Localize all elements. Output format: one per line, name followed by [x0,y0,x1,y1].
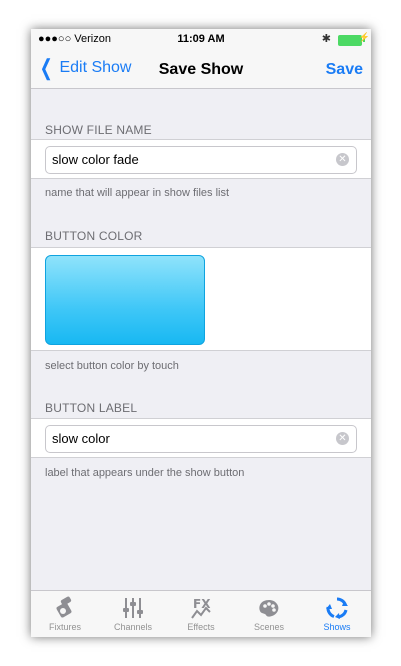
status-bar: ●●●○○ Verizon 11:09 AM ✱ ⚡ [31,29,371,51]
show-file-name-field[interactable]: ✕ [45,146,357,174]
back-button-label: Edit Show [59,59,132,76]
channels-icon [99,595,167,621]
button-label-input[interactable] [52,431,322,446]
tab-effects[interactable]: FX Effects [167,591,235,637]
show-file-name-footer: name that will appear in show files list [45,187,230,199]
tab-bar: Fixtures Channels FX Effects Scenes Show… [31,590,371,637]
scenes-icon [235,595,303,621]
shows-icon [303,595,371,621]
bluetooth-icon: ✱ [321,33,331,45]
tab-fixtures[interactable]: Fixtures [31,591,99,637]
clear-icon[interactable]: ✕ [336,153,349,166]
navigation-bar: ❮ Edit Show Save Show Save [31,51,371,89]
save-button[interactable]: Save [326,61,363,79]
svg-text:FX: FX [193,597,211,611]
tab-label: Fixtures [48,622,81,632]
tab-channels[interactable]: Channels [99,591,167,637]
show-file-name-header: SHOW FILE NAME [45,123,152,137]
effects-icon: FX [167,595,235,621]
show-file-name-input[interactable] [52,152,322,167]
button-label-footer: label that appears under the show button [45,467,245,479]
clear-icon[interactable]: ✕ [336,432,349,445]
tab-label: Scenes [253,622,285,632]
button-label-header: BUTTON LABEL [45,401,138,415]
phone-screen: ●●●○○ Verizon 11:09 AM ✱ ⚡ ❮ Edit Show S… [31,29,371,637]
tab-label: Shows [323,622,351,632]
button-label-cell: ✕ [31,418,371,458]
clock: 11:09 AM [177,33,225,45]
button-color-cell [31,247,371,351]
tab-label: Channels [113,622,153,632]
show-file-name-cell: ✕ [31,139,371,179]
tab-scenes[interactable]: Scenes [235,591,303,637]
button-label-field[interactable]: ✕ [45,425,357,453]
tab-shows[interactable]: Shows [303,591,371,637]
fixtures-icon [31,595,99,621]
button-color-swatch[interactable] [45,255,205,345]
button-color-footer: select button color by touch [45,360,179,372]
chevron-left-icon: ❮ [39,55,53,80]
back-button[interactable]: ❮ Edit Show [37,55,132,80]
charging-icon: ⚡ [358,32,370,42]
tab-label: Effects [187,622,215,632]
button-color-header: BUTTON COLOR [45,229,143,243]
